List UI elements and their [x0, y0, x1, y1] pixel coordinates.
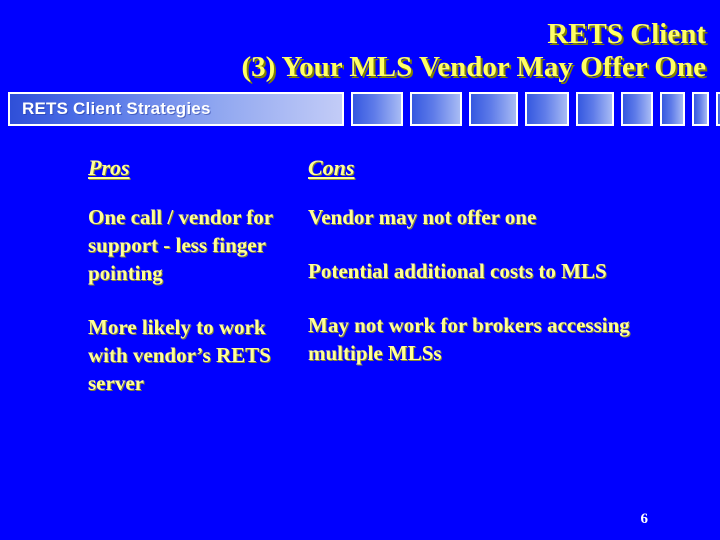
decorative-block	[692, 92, 709, 126]
cons-item: May not work for brokers accessing multi…	[308, 313, 630, 365]
cons-item: Potential additional costs to MLS	[308, 259, 607, 283]
decorative-block	[410, 92, 462, 126]
decorative-block	[525, 92, 569, 126]
column-cons-heading: Cons	[308, 155, 355, 180]
column-pros-heading: Pros	[88, 155, 130, 180]
decorative-block	[621, 92, 653, 126]
page-number: 6	[640, 511, 649, 527]
decorative-block	[576, 92, 614, 126]
banner-main-block: RETS Client Strategies	[8, 92, 344, 126]
slide-canvas: RETS Client (3) Your MLS Vendor May Offe…	[0, 0, 720, 540]
decorative-block	[660, 92, 685, 126]
column-cons: Cons Vendor may not offer one Potential …	[300, 155, 640, 485]
pros-cons-columns: Pros One call / vendor for support - les…	[0, 155, 720, 485]
banner-label: RETS Client Strategies	[22, 99, 211, 118]
cons-item: Vendor may not offer one	[308, 205, 537, 229]
column-pros: Pros One call / vendor for support - les…	[0, 155, 300, 485]
title-line-2: (3) Your MLS Vendor May Offer One	[241, 51, 706, 83]
pros-item: More likely to work with vendor’s RETS s…	[88, 315, 271, 395]
decorative-block	[469, 92, 518, 126]
banner-bar: RETS Client Strategies	[8, 92, 720, 126]
decorative-block	[351, 92, 403, 126]
pros-item: One call / vendor for support - less fin…	[88, 205, 273, 285]
decorative-block	[716, 92, 720, 126]
slide-title: RETS Client (3) Your MLS Vendor May Offe…	[0, 18, 720, 84]
title-line-1: RETS Client	[547, 18, 706, 50]
